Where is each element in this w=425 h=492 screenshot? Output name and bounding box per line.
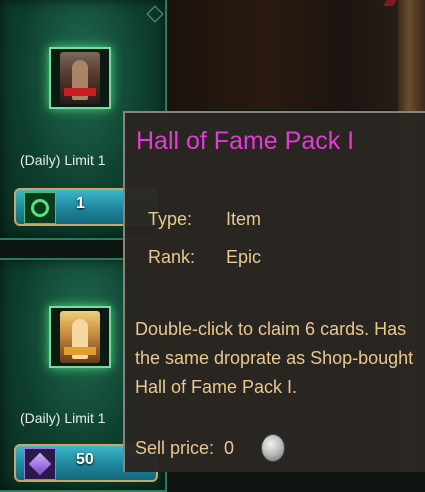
type-value: Item xyxy=(226,209,262,229)
rank-label: Rank: xyxy=(148,247,196,267)
card-pack-art xyxy=(60,52,100,104)
purchase-limit-label: (Daily) Limit 1 xyxy=(20,410,106,426)
item-tooltip: Hall of Fame Pack I Type: Item Rank: Epic … xyxy=(123,111,425,472)
sell-price-label: Sell price: xyxy=(135,438,215,458)
item-thumbnail[interactable] xyxy=(49,306,111,368)
price-value: 1 xyxy=(76,195,85,212)
purple-gem-icon xyxy=(24,448,56,480)
pack-banner xyxy=(64,347,96,355)
background-scene xyxy=(160,0,425,110)
green-token-icon xyxy=(24,192,56,224)
sell-price-row: Sell price: 0 xyxy=(135,438,234,459)
price-value: 50 xyxy=(76,451,94,468)
rank-value: Epic xyxy=(226,247,262,267)
card-corner-ornament xyxy=(146,5,164,23)
background-decoration xyxy=(383,0,397,6)
item-type-row: Type: Item xyxy=(148,209,261,230)
item-title: Hall of Fame Pack I xyxy=(136,127,355,155)
type-label: Type: xyxy=(148,209,193,229)
item-rank-row: Rank: Epic xyxy=(148,247,261,268)
card-pack-art xyxy=(60,311,100,363)
sell-price-value: 0 xyxy=(224,438,235,458)
item-description: Double-click to claim 6 cards. Has the s… xyxy=(135,319,414,397)
item-thumbnail[interactable] xyxy=(49,47,111,109)
pack-banner xyxy=(64,88,96,96)
silver-coin-icon xyxy=(261,434,285,462)
purchase-limit-label: (Daily) Limit 1 xyxy=(20,152,106,168)
